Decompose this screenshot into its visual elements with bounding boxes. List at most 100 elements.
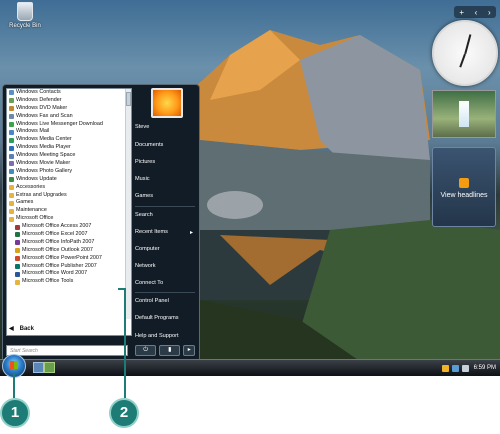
back-arrow-icon: ◀ bbox=[9, 326, 14, 332]
taskbar: 6:59 PM bbox=[0, 359, 500, 376]
power-button[interactable]: ⏻ bbox=[135, 344, 157, 356]
start-menu-item-label: Steve bbox=[135, 124, 150, 130]
next-gadget-icon[interactable]: › bbox=[488, 8, 491, 17]
power-controls: ⏻ ▮ ▸ bbox=[135, 344, 195, 356]
program-icon bbox=[9, 169, 14, 175]
right-pane-divider bbox=[135, 292, 195, 293]
program-icon bbox=[15, 271, 20, 277]
program-label: Windows Media Player bbox=[16, 144, 71, 151]
program-item[interactable]: Windows Media Center bbox=[7, 136, 125, 144]
user-picture[interactable] bbox=[151, 88, 183, 118]
program-label: Microsoft Office Publisher 2007 bbox=[22, 262, 97, 269]
start-menu-item[interactable]: Games bbox=[135, 193, 195, 199]
callout-2: 2 bbox=[109, 398, 139, 428]
program-label: Microsoft Office InfoPath 2007 bbox=[22, 238, 95, 245]
network-icon[interactable] bbox=[451, 364, 459, 372]
folder-icon bbox=[15, 279, 20, 285]
start-menu-item[interactable]: Music bbox=[135, 176, 195, 182]
start-menu-item[interactable]: Pictures bbox=[135, 159, 195, 165]
program-item[interactable]: Windows Contacts bbox=[7, 89, 125, 97]
start-menu-item[interactable]: Control Panel bbox=[135, 298, 195, 304]
program-label: Microsoft Office Excel 2007 bbox=[22, 231, 88, 238]
program-label: Windows Meeting Space bbox=[16, 152, 76, 159]
program-item[interactable]: Windows Live Messenger Download bbox=[7, 121, 125, 129]
quick-launch-desktop-icon[interactable] bbox=[33, 362, 44, 373]
program-item[interactable]: Windows Fax and Scan bbox=[7, 113, 125, 121]
program-item[interactable]: Windows Defender bbox=[7, 97, 125, 105]
start-menu-item[interactable]: Connect To bbox=[135, 280, 195, 286]
program-item[interactable]: Windows Update bbox=[7, 176, 125, 184]
start-search-input[interactable]: Start Search bbox=[6, 345, 128, 356]
program-item[interactable]: Extras and Upgrades bbox=[7, 192, 125, 200]
start-menu-item[interactable]: Help and Support bbox=[135, 333, 195, 339]
clock-time[interactable]: 6:59 PM bbox=[474, 365, 496, 371]
program-icon bbox=[9, 122, 14, 127]
clock-gadget[interactable] bbox=[432, 20, 498, 86]
program-item[interactable]: Games bbox=[7, 199, 125, 207]
folder-icon bbox=[9, 216, 14, 222]
program-icon bbox=[9, 129, 14, 135]
add-gadget-icon[interactable]: + bbox=[459, 8, 464, 17]
start-menu-item-label: Help and Support bbox=[135, 333, 179, 339]
callout-1-line bbox=[13, 373, 15, 398]
volume-icon[interactable] bbox=[461, 364, 469, 372]
program-item[interactable]: Maintenance bbox=[7, 207, 125, 215]
program-item[interactable]: Microsoft Office PowerPoint 2007 bbox=[7, 255, 125, 263]
start-menu-item[interactable]: Default Programs bbox=[135, 315, 195, 321]
program-icon bbox=[15, 264, 20, 270]
program-item[interactable]: Windows Mail bbox=[7, 128, 125, 136]
program-item[interactable]: Microsoft Office InfoPath 2007 bbox=[7, 239, 125, 247]
start-menu-item-label: Network bbox=[135, 263, 156, 269]
start-menu-item-label: Documents bbox=[135, 142, 164, 148]
start-menu-item-label: Pictures bbox=[135, 159, 156, 165]
callout-1-number: 1 bbox=[10, 404, 20, 421]
windows-logo-icon bbox=[10, 361, 18, 369]
program-item[interactable]: Windows Media Player bbox=[7, 144, 125, 152]
start-menu-item[interactable]: Network bbox=[135, 263, 195, 269]
start-menu-item[interactable]: Steve bbox=[135, 124, 195, 130]
power-options-arrow-icon[interactable]: ▸ bbox=[183, 344, 195, 356]
program-label: Microsoft Office Access 2007 bbox=[22, 223, 92, 230]
recycle-bin-icon[interactable]: Recycle Bin bbox=[6, 2, 44, 29]
program-item[interactable]: Microsoft Office bbox=[7, 215, 125, 223]
recycle-bin-glyph bbox=[17, 2, 33, 21]
program-icon bbox=[9, 145, 14, 151]
quick-launch-switch-icon[interactable] bbox=[44, 362, 55, 373]
program-label: Maintenance bbox=[16, 207, 47, 214]
program-item[interactable]: Microsoft Office Excel 2007 bbox=[7, 231, 125, 239]
slideshow-image bbox=[459, 101, 469, 127]
program-item[interactable]: Microsoft Office Access 2007 bbox=[7, 223, 125, 231]
start-menu-item[interactable]: Documents bbox=[135, 142, 195, 148]
program-item[interactable]: Microsoft Office Publisher 2007 bbox=[7, 263, 125, 271]
program-item[interactable]: Microsoft Office Outlook 2007 bbox=[7, 247, 125, 255]
program-item[interactable]: Windows Meeting Space bbox=[7, 152, 125, 160]
prev-gadget-icon[interactable]: ‹ bbox=[475, 8, 478, 17]
slideshow-gadget[interactable] bbox=[432, 90, 496, 138]
program-label: Windows DVD Maker bbox=[16, 104, 68, 111]
program-item[interactable]: Accessories bbox=[7, 184, 125, 192]
start-menu-item[interactable]: Computer bbox=[135, 246, 195, 252]
folder-icon bbox=[9, 200, 14, 206]
program-icon bbox=[9, 106, 14, 112]
feed-headlines-gadget[interactable]: View headlines bbox=[432, 147, 496, 227]
start-menu-item[interactable]: Search bbox=[135, 212, 195, 218]
programs-scrollbar[interactable] bbox=[125, 89, 131, 319]
program-item[interactable]: Microsoft Office Word 2007 bbox=[7, 270, 125, 278]
start-menu-item-label: Recent Items bbox=[135, 229, 168, 235]
program-label: Windows Media Center bbox=[16, 136, 72, 143]
security-icon[interactable] bbox=[441, 364, 449, 372]
program-label: Microsoft Office Tools bbox=[22, 278, 74, 285]
back-button[interactable]: ◀ Back bbox=[9, 325, 34, 333]
program-label: Microsoft Office Outlook 2007 bbox=[22, 246, 93, 253]
program-label: Windows Live Messenger Download bbox=[16, 120, 103, 127]
program-item[interactable]: Windows DVD Maker bbox=[7, 105, 125, 113]
lock-button[interactable]: ▮ bbox=[159, 344, 181, 356]
sidebar-controls[interactable]: + ‹ › bbox=[454, 6, 496, 18]
start-menu-item[interactable]: Recent Items ▸ bbox=[135, 229, 195, 236]
program-item[interactable]: Microsoft Office Tools bbox=[7, 278, 125, 286]
program-item[interactable]: Windows Movie Maker bbox=[7, 160, 125, 168]
program-item[interactable]: Windows Photo Gallery bbox=[7, 168, 125, 176]
scrollbar-thumb[interactable] bbox=[126, 92, 131, 106]
folder-icon bbox=[9, 185, 14, 191]
program-icon bbox=[9, 153, 14, 159]
